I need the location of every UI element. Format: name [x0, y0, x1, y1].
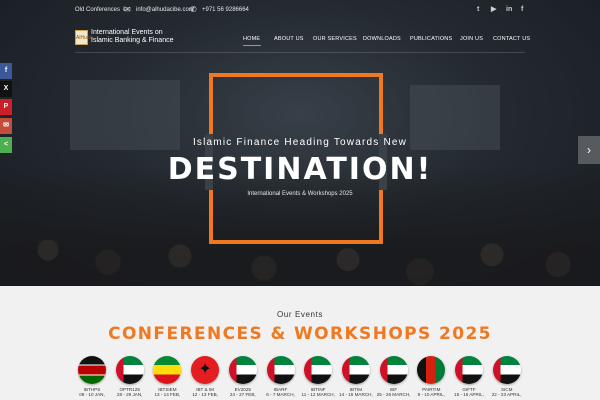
site-title-line-2: Islamic Banking & Finance: [91, 37, 174, 44]
event-date: 14 - 15 MARCH,: [339, 392, 373, 397]
event-date: 24 - 27 FEB,: [229, 392, 256, 397]
event-date: 11 - 12 MARCH,: [301, 392, 335, 397]
event-date: 13 - 14 FEB,: [154, 392, 181, 397]
youtube-icon[interactable]: ▶: [491, 5, 496, 15]
event-label[interactable]: OPTR125 28 - 29 JAN,: [110, 387, 150, 397]
event-date: 25 - 26 MARCH,: [376, 392, 411, 397]
event-date: 15 - 16 APRIL,: [454, 392, 484, 397]
site-title[interactable]: International Events on Islamic Banking …: [91, 29, 173, 45]
hero-title: DESTINATION!: [167, 152, 433, 187]
event-date: 9 - 10 APRIL,: [417, 392, 445, 397]
x-twitter-icon: X: [3, 85, 9, 92]
nav-item-contact-us[interactable]: CONTACT US: [493, 36, 530, 42]
nav-item-about-us[interactable]: ABOUT US: [274, 36, 304, 42]
events-title: CONFERENCES & WORKSHOPS 2025: [108, 324, 492, 344]
event-date: 12 - 13 FEB,: [192, 392, 218, 397]
event-label[interactable]: IBTHPS 09 - 10 JAN,: [72, 387, 112, 397]
nav-item-home[interactable]: HOME: [243, 36, 260, 42]
hero-caption: International Events & Workshops 2025: [247, 191, 353, 197]
share-icon: <: [3, 141, 9, 148]
event-label[interactable]: GIFTF 15 - 16 APRIL,: [449, 387, 489, 397]
pinterest-icon: P: [3, 103, 9, 110]
facebook-icon: f: [4, 67, 8, 74]
nav-item-our-services[interactable]: OUR SERVICES: [313, 36, 357, 42]
phone-link[interactable]: +971 56 9286664: [202, 6, 249, 14]
event-flag-uae-icon[interactable]: [455, 356, 483, 384]
event-flag-uae-icon[interactable]: [266, 356, 295, 384]
event-label[interactable]: IBF 25 - 26 MARCH,: [374, 387, 414, 397]
event-label[interactable]: PAIRTIM 9 - 10 APRIL,: [411, 387, 451, 397]
event-label[interactable]: SICM 22 - 23 APRIL,: [487, 387, 527, 397]
event-flag-uae-icon[interactable]: [228, 356, 257, 384]
envelope-icon: ✉: [124, 5, 131, 14]
share-pinterest-button[interactable]: P: [0, 99, 12, 115]
phone-icon: ✆: [190, 5, 197, 14]
old-conferences-menu[interactable]: Old Conferences ⇩: [75, 6, 127, 14]
event-label[interactable]: IBTSIEM 13 - 14 FEB,: [147, 387, 187, 397]
event-flag-uae-icon[interactable]: [115, 356, 144, 384]
email-link[interactable]: info@alhudacibe.com: [136, 6, 194, 14]
header-divider: [75, 52, 525, 53]
event-label[interactable]: EV2025 24 - 27 FEB,: [223, 387, 263, 397]
old-conferences-label: Old Conferences: [75, 7, 121, 13]
top-bar: Old Conferences ⇩ ✉ info@alhudacibe.com …: [0, 0, 600, 22]
event-label[interactable]: IBARF 6 - 7 MARCH,: [261, 387, 301, 397]
event-date: 28 - 29 JAN,: [116, 392, 143, 397]
event-date: 09 - 10 JAN,: [79, 392, 105, 397]
share-email-button[interactable]: ✉: [0, 118, 12, 134]
event-date: 6 - 7 MARCH,: [266, 392, 295, 397]
event-flag-uae-icon[interactable]: [304, 356, 333, 384]
twitter-icon[interactable]: t: [477, 5, 479, 15]
hero-subtitle: Islamic Finance Heading Towards New: [192, 137, 408, 148]
hero-banner: Old Conferences ⇩ ✉ info@alhudacibe.com …: [0, 0, 600, 286]
event-flag-alb-icon[interactable]: ✦: [191, 356, 220, 384]
share-x-button[interactable]: X: [0, 81, 12, 97]
event-label[interactable]: IBT & IM 12 - 13 FEB,: [185, 387, 225, 397]
nav-active-indicator: [243, 45, 261, 46]
event-label[interactable]: IBTINF 11 - 12 MARCH,: [298, 387, 338, 397]
email-icon: ✉: [3, 122, 9, 129]
event-flag-kenya-icon[interactable]: [78, 356, 106, 384]
share-more-button[interactable]: <: [0, 137, 12, 153]
events-kicker: Our Events: [276, 310, 323, 319]
nav-item-downloads[interactable]: DOWNLOADS: [363, 36, 401, 42]
event-flag-uae-icon[interactable]: [341, 356, 370, 384]
page: { "topbar": { "old_conferences": "Old Co…: [0, 0, 600, 400]
site-title-line-1: International Events on: [91, 29, 163, 36]
event-flag-uae-icon[interactable]: [492, 356, 521, 384]
event-label[interactable]: IBTIM 14 - 15 MARCH,: [336, 387, 376, 397]
event-date: 22 - 23 APRIL,: [491, 392, 522, 397]
share-facebook-button[interactable]: f: [0, 63, 12, 79]
site-logo[interactable]: AlHuda: [75, 30, 92, 45]
facebook-icon[interactable]: f: [521, 5, 523, 15]
linkedin-icon[interactable]: in: [506, 5, 512, 15]
nav-item-publications[interactable]: PUBLICATIONS: [410, 36, 452, 42]
nav-item-join-us[interactable]: JOIN US: [460, 36, 483, 42]
event-flag-uae-icon[interactable]: [379, 356, 408, 384]
